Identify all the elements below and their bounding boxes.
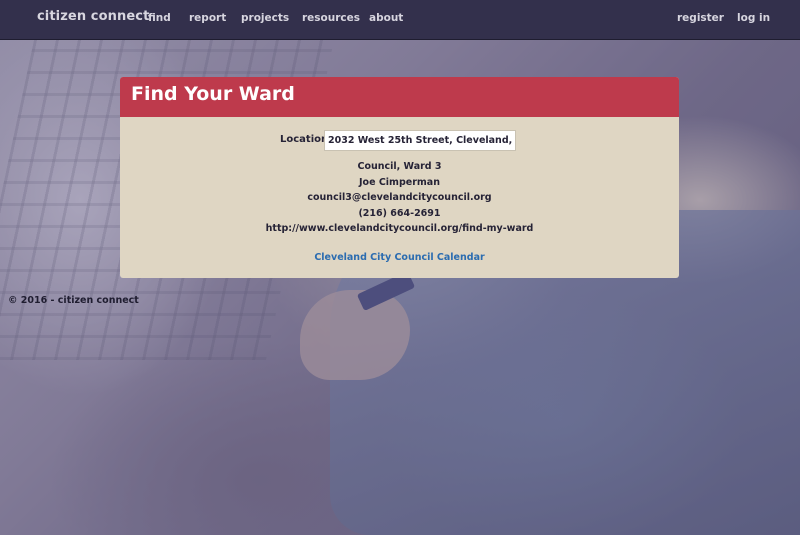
location-input[interactable] <box>324 130 516 151</box>
nav-link-report[interactable]: report <box>189 12 226 24</box>
council-phone: (216) 664-2691 <box>358 208 441 219</box>
register-link[interactable]: register <box>677 12 724 24</box>
nav-link-projects[interactable]: projects <box>241 12 289 24</box>
login-link[interactable]: log in <box>737 12 770 24</box>
calendar-link[interactable]: Cleveland City Council Calendar <box>120 252 679 263</box>
card-header: Find Your Ward <box>120 77 679 117</box>
council-url: http://www.clevelandcitycouncil.org/find… <box>265 223 534 234</box>
council-ward: Council, Ward 3 <box>357 161 442 172</box>
nav-link-resources[interactable]: resources <box>302 12 360 24</box>
council-member-name: Joe Cimperman <box>359 177 440 188</box>
council-email: council3@clevelandcitycouncil.org <box>307 192 492 203</box>
nav-link-about[interactable]: about <box>369 12 403 24</box>
brand-logo[interactable]: citizen connect <box>37 9 149 24</box>
page-title: Find Your Ward <box>131 83 295 105</box>
find-ward-card: Find Your Ward Location: Council, Ward 3… <box>120 77 679 278</box>
top-nav: citizen connect find report projects res… <box>0 0 800 40</box>
location-row: Location: <box>120 130 679 152</box>
nav-link-find[interactable]: find <box>148 12 171 24</box>
footer-copyright: © 2016 - citizen connect <box>8 295 139 306</box>
